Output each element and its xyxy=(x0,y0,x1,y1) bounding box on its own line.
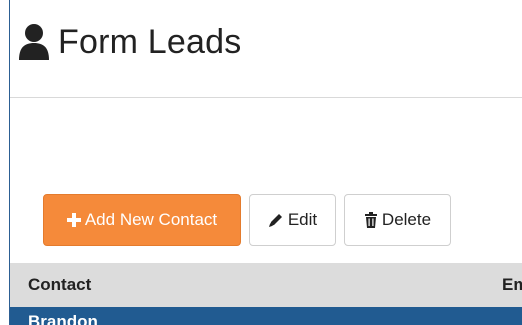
delete-button[interactable]: Delete xyxy=(344,194,451,246)
page-header: Form Leads xyxy=(10,0,522,98)
trash-icon xyxy=(364,212,378,228)
delete-label: Delete xyxy=(381,210,432,229)
table-row[interactable]: Brandon xyxy=(10,307,522,325)
plus-icon xyxy=(66,213,81,227)
add-new-contact-label: Add New Contact xyxy=(84,210,218,229)
edit-button[interactable]: Edit xyxy=(249,194,336,246)
column-header-email[interactable]: Em xyxy=(502,275,522,295)
edit-label: Edit xyxy=(287,210,318,229)
form-leads-panel: Form Leads Add New Contact Edit Delete C… xyxy=(9,0,522,325)
row-contact: Brandon xyxy=(28,312,98,325)
add-new-contact-button[interactable]: Add New Contact xyxy=(43,194,241,246)
pencil-icon xyxy=(268,212,284,228)
page-title: Form Leads xyxy=(58,23,242,61)
toolbar: Add New Contact Edit Delete xyxy=(43,194,451,246)
column-header-contact[interactable]: Contact xyxy=(28,275,91,295)
table-header: Contact Em xyxy=(10,263,522,307)
title-row: Form Leads xyxy=(18,22,241,62)
user-icon xyxy=(18,23,50,61)
